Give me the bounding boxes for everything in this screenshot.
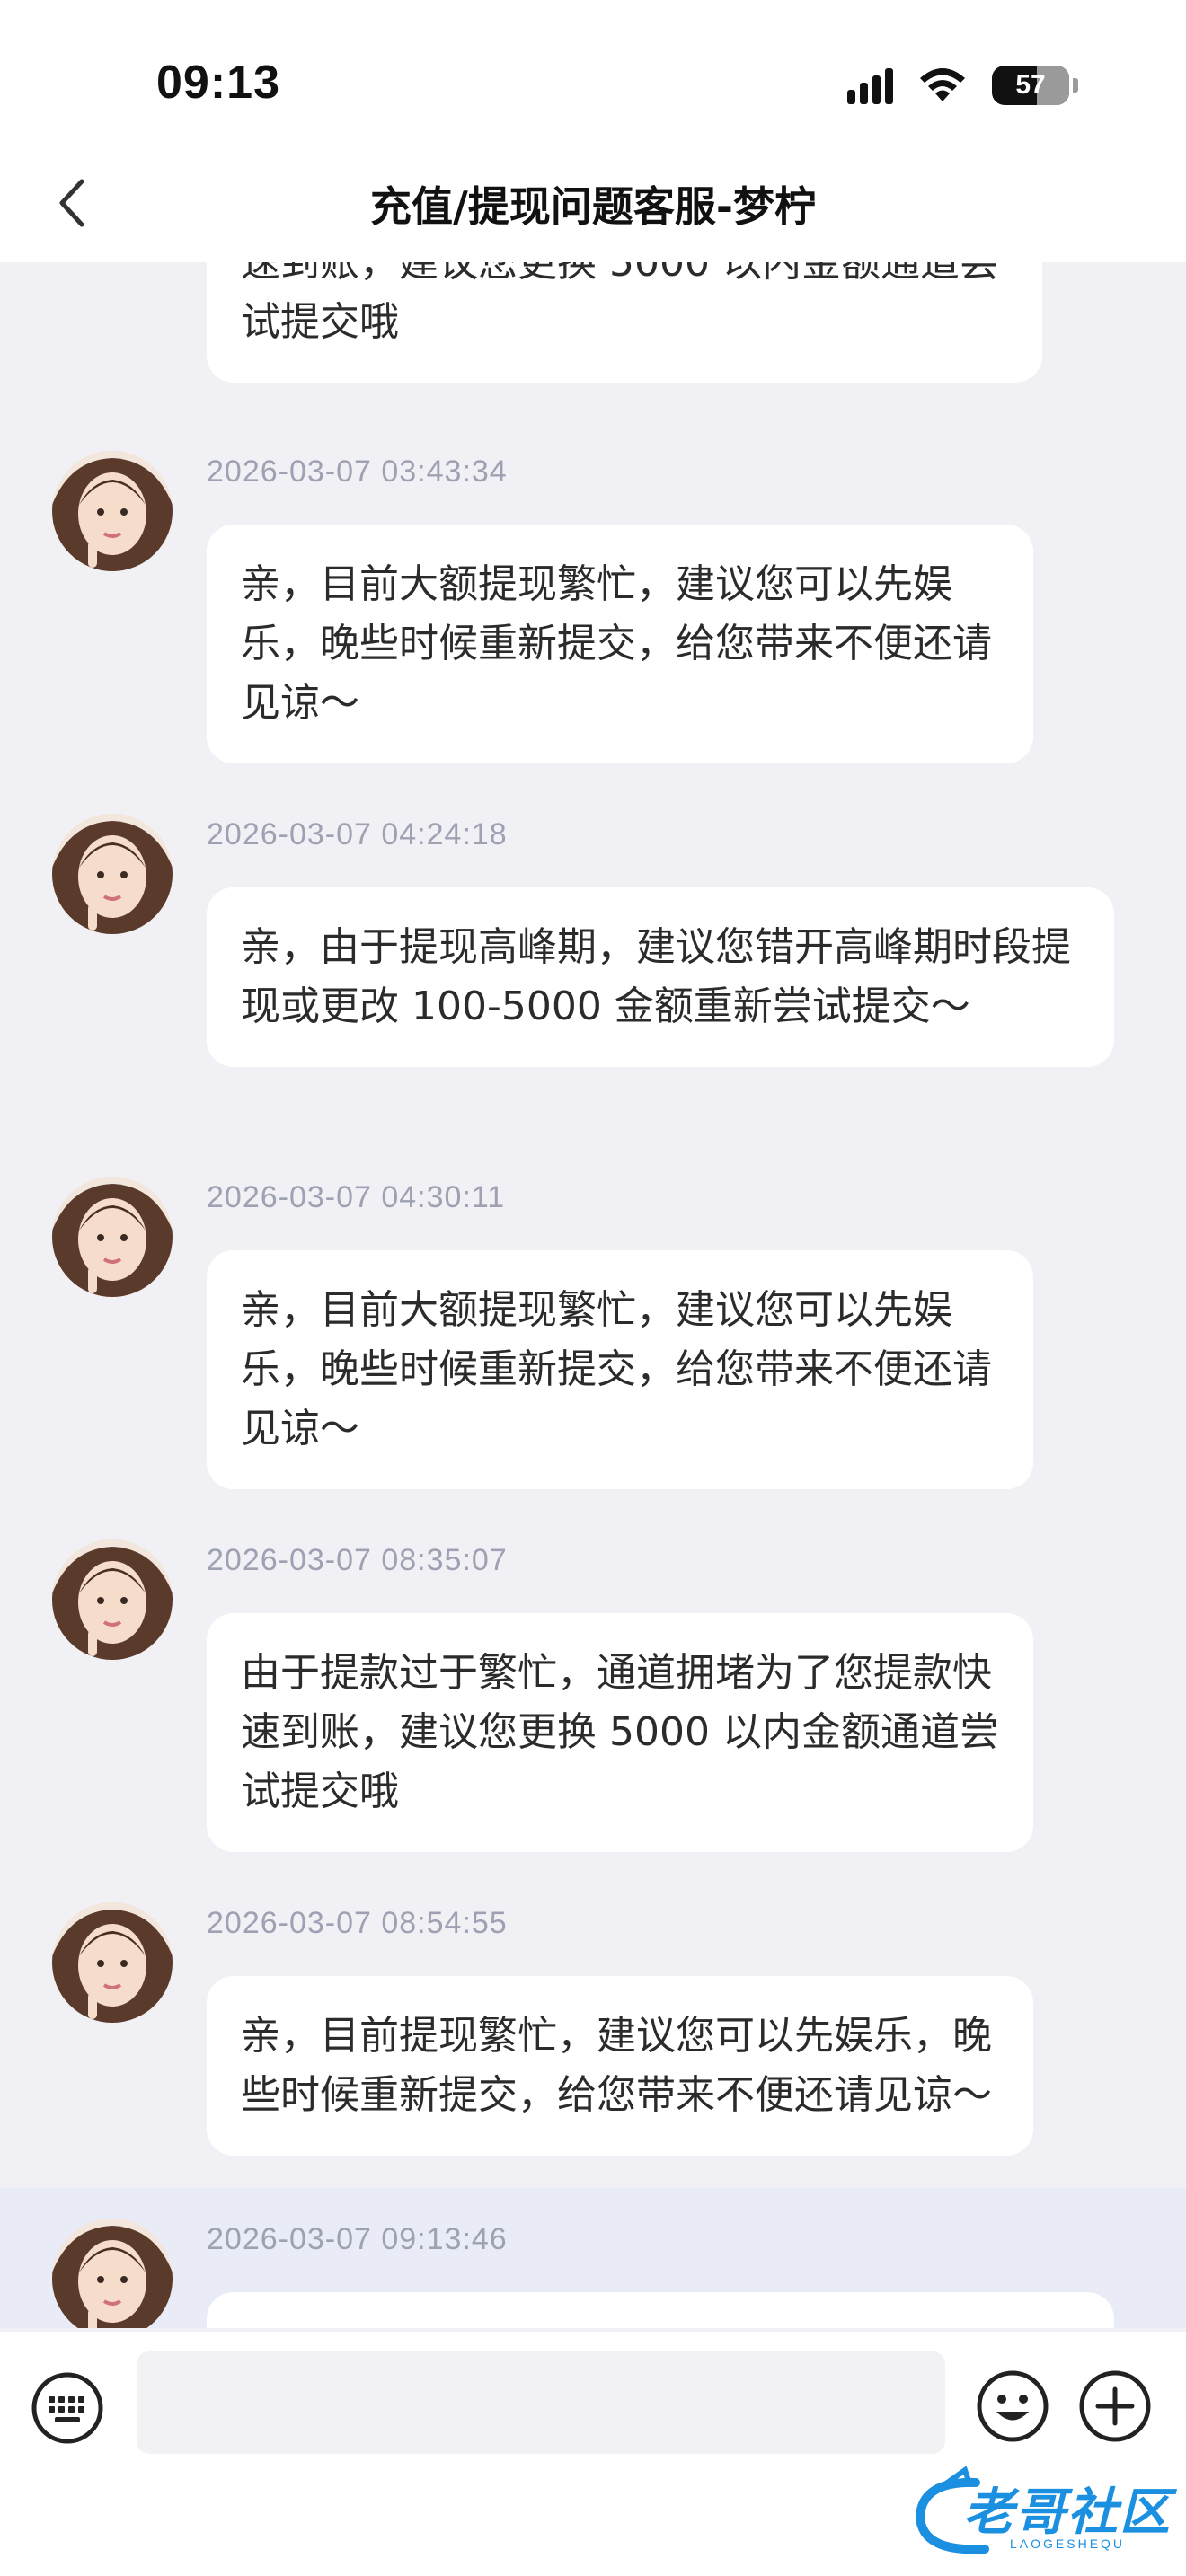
message-bubble: 亲，目前提现繁忙，建议您可以先娱乐，晚些时候重新提交，给您带来不便还请见谅～: [207, 1976, 1033, 2156]
message-bubble: 速到账，建议您更换 5000 以内金额通道尝试提交哦: [207, 262, 1042, 383]
chat-list[interactable]: 速到账，建议您更换 5000 以内金额通道尝试提交哦 2026-03-07 03…: [0, 262, 1186, 2328]
watermark-subtext: LAOGESHEQU: [1010, 2536, 1126, 2551]
keyboard-icon: [31, 2372, 103, 2444]
message-bubble: 由于提款过于繁忙，通道拥堵为了您提款快速到账，建议您更换 5000 以内金额通道…: [207, 1613, 1033, 1852]
agent-avatar[interactable]: [52, 814, 173, 934]
agent-avatar[interactable]: [52, 2219, 173, 2328]
message-timestamp: 2026-03-07 04:24:18: [207, 817, 508, 851]
agent-avatar[interactable]: [52, 1902, 173, 2023]
message-input[interactable]: [137, 2351, 945, 2454]
watermark-text: 老哥社区: [963, 2483, 1172, 2542]
message-timestamp: 2026-03-07 03:43:34: [207, 454, 508, 489]
battery-level: 57: [1015, 70, 1046, 100]
status-time: 09:13: [156, 57, 280, 109]
top-bar: 09:13 57 充值/提现问题客服-梦柠: [0, 0, 1186, 262]
message-bubble: [207, 2292, 1114, 2328]
keyboard-toggle-button[interactable]: [31, 2371, 104, 2445]
input-bar: 老哥社区 LAOGESHEQU: [0, 2332, 1186, 2576]
emoji-icon: [977, 2370, 1049, 2442]
agent-avatar[interactable]: [52, 1177, 173, 1297]
more-options-button[interactable]: [1078, 2369, 1152, 2443]
page-title: 充值/提现问题客服-梦柠: [370, 182, 816, 231]
agent-avatar[interactable]: [52, 1539, 173, 1660]
message-bubble: 亲，目前大额提现繁忙，建议您可以先娱乐，晚些时候重新提交，给您带来不便还请见谅～: [207, 1250, 1033, 1489]
message-bubble: 亲，由于提现高峰期，建议您错开高峰期时段提现或更改 100-5000 金额重新尝…: [207, 887, 1114, 1067]
message-timestamp: 2026-03-07 04:30:11: [207, 1180, 506, 1214]
message-bubble: 亲，目前大额提现繁忙，建议您可以先娱乐，晚些时候重新提交，给您带来不便还请见谅～: [207, 525, 1033, 763]
battery-icon: 57: [992, 66, 1078, 105]
message-timestamp: 2026-03-07 09:13:46: [207, 2222, 508, 2256]
agent-avatar[interactable]: [52, 451, 173, 571]
message-timestamp: 2026-03-07 08:35:07: [207, 1543, 508, 1577]
wifi-icon: [920, 68, 965, 101]
message-timestamp: 2026-03-07 08:54:55: [207, 1906, 508, 1940]
plus-icon: [1079, 2370, 1151, 2442]
status-icons: 57: [847, 63, 1078, 108]
watermark-logo: 老哥社区 LAOGESHEQU: [913, 2463, 1173, 2562]
emoji-button[interactable]: [976, 2369, 1049, 2443]
signal-icon: [847, 66, 893, 104]
